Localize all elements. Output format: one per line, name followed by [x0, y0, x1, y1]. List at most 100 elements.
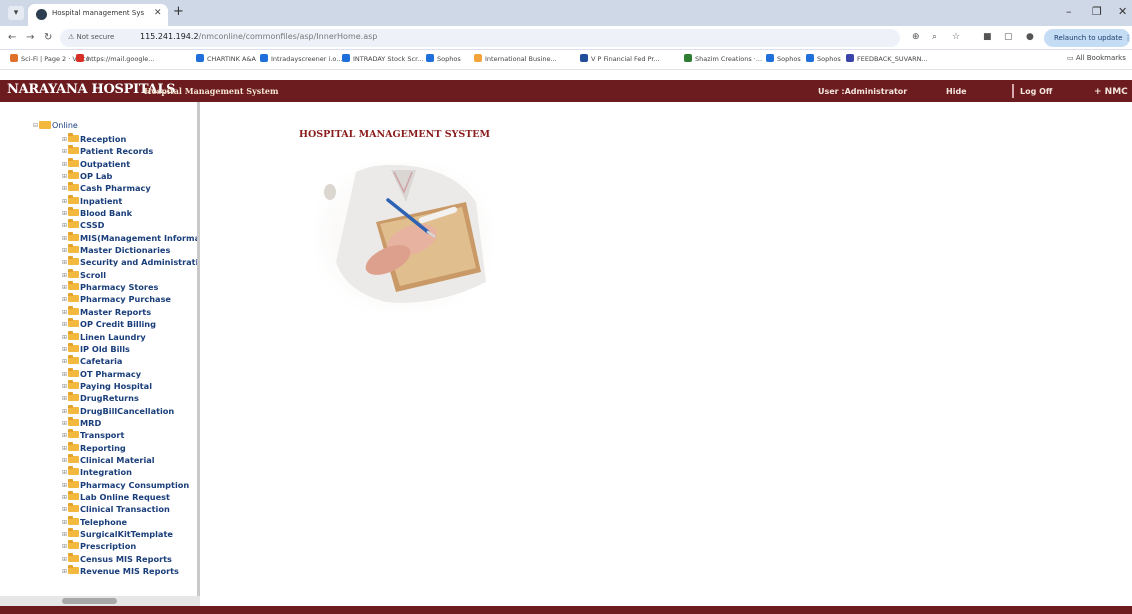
menu-item[interactable]: ⊞ SurgicalKitTemplate [62, 528, 200, 540]
all-bookmarks-button[interactable]: ▭ All Bookmarks [1067, 54, 1126, 62]
reload-icon[interactable]: ↻ [44, 32, 52, 43]
menu-item[interactable]: ⊞ Pharmacy Purchase [62, 293, 200, 305]
bookmark-item[interactable]: International Busine... [474, 54, 557, 63]
folder-icon [68, 515, 79, 525]
tree-root-label: Online [52, 121, 78, 130]
bookmark-label: INTRADAY Stock Scr... [353, 55, 424, 63]
menu-item[interactable]: ⊞ Linen Laundry [62, 330, 200, 343]
close-window-icon[interactable]: ✕ [1118, 5, 1127, 18]
address-bar[interactable]: ⚠ Not secure 115.241.194.2/nmconline/com… [60, 29, 900, 47]
bookmark-item[interactable]: Sophos [806, 54, 841, 63]
relaunch-button[interactable]: Relaunch to update ⋮ [1044, 29, 1132, 47]
bookmark-item[interactable]: INTRADAY Stock Scr... [342, 54, 423, 63]
menu-item[interactable]: ⊞ Reception [62, 133, 200, 145]
menu-item[interactable]: ⊞ Pharmacy Stores [62, 281, 200, 293]
bookmark-item[interactable]: CHARTINK A&A [196, 54, 256, 63]
folder-icon [68, 305, 79, 315]
folder-icon [68, 429, 79, 439]
minimize-icon[interactable]: – [1066, 5, 1072, 18]
menu-item-label: Inpatient [80, 195, 123, 206]
menu-item[interactable]: ⊞ Master Dictionaries [62, 244, 200, 256]
menu-item[interactable]: ⊞ Transport [62, 429, 200, 441]
url-host: 115.241.194.2 [140, 32, 199, 41]
menu-item[interactable]: ⊞ Cafetaria [62, 355, 200, 367]
sidebar-horizontal-scrollbar[interactable] [0, 596, 200, 606]
zoom-icon[interactable]: ⌕ [932, 32, 937, 42]
bookmark-label: International Busine... [485, 55, 557, 63]
menu-item[interactable]: ⊞ Scroll [62, 268, 200, 281]
translate-icon[interactable]: ⊕ [912, 32, 920, 42]
menu-item[interactable]: ⊞ Cash Pharmacy [62, 182, 200, 194]
menu-item[interactable]: ⊞ Reporting [62, 441, 200, 454]
browser-tab-bar: ▾ Hospital management System ✕ + – ❐ ✕ [0, 0, 1132, 26]
logoff-link[interactable]: Log Off [1020, 87, 1052, 96]
menu-item[interactable]: ⊞ MRD [62, 416, 200, 429]
folder-icon [68, 219, 79, 229]
menu-item[interactable]: ⊞ Paying Hospital [62, 379, 200, 392]
menu-item[interactable]: ⊞ Clinical Transaction [62, 503, 200, 515]
hide-link[interactable]: Hide [946, 87, 967, 96]
menu-item-label: Clinical Transaction [80, 504, 170, 515]
site-favicon-icon [36, 9, 47, 20]
bookmark-item[interactable]: https://mail.google... [76, 54, 155, 63]
menu-item[interactable]: ⊞ DrugBillCancellation [62, 404, 200, 417]
menu-item[interactable]: ⊞ Patient Records [62, 145, 200, 157]
bookmark-item[interactable]: Sophos [426, 54, 461, 63]
back-arrow-icon[interactable]: ← [8, 32, 16, 43]
menu-item[interactable]: ⊞ DrugReturns [62, 392, 200, 404]
folder-icon [68, 318, 79, 328]
menu-item[interactable]: ⊞ Census MIS Reports [62, 552, 200, 565]
folder-icon [68, 478, 79, 488]
menu-item[interactable]: ⊞ Blood Bank [62, 207, 200, 219]
bookmark-item[interactable]: V P Financial Fed Pr... [580, 54, 660, 63]
bookmark-label: https://mail.google... [87, 55, 155, 63]
menu-item-label: Pharmacy Purchase [80, 294, 171, 305]
menu-item[interactable]: ⊞ Prescription [62, 540, 200, 552]
menu-item[interactable]: ⊞ MIS(Management Informa [62, 231, 200, 244]
bookmark-item[interactable]: Shazim Creations ·... [684, 54, 762, 63]
bookmark-label: Sophos [817, 55, 841, 63]
menu-item[interactable]: ⊞ Pharmacy Consumption [62, 478, 200, 491]
menu-item[interactable]: ⊞ OT Pharmacy [62, 367, 200, 380]
menu-item-label: Prescription [80, 541, 137, 552]
page-title: HOSPITAL MANAGEMENT SYSTEM [299, 129, 491, 140]
menu-item[interactable]: ⊞ Integration [62, 466, 200, 478]
menu-item[interactable]: ⊞ Master Reports [62, 305, 200, 318]
tree-root-online[interactable]: ⊟ Online [33, 121, 78, 130]
profile-icon[interactable]: ● [1026, 32, 1034, 42]
menu-item[interactable]: ⊞ CSSD [62, 219, 200, 231]
bookmark-item[interactable]: FEEDBACK_SUVARN... [846, 54, 928, 63]
menu-item[interactable]: ⊞ Outpatient [62, 157, 200, 170]
bookmark-favicon-icon [196, 54, 204, 62]
menu-item[interactable]: ⊞ OP Credit Billing [62, 318, 200, 330]
restore-icon[interactable]: ❐ [1092, 5, 1102, 18]
menu-item[interactable]: ⊞ Telephone [62, 515, 200, 528]
bookmark-item[interactable]: Sophos [766, 54, 801, 63]
menu-item[interactable]: ⊞ Clinical Material [62, 453, 200, 466]
close-tab-icon[interactable]: ✕ [154, 8, 162, 18]
menu-item[interactable]: ⊞ Inpatient [62, 194, 200, 207]
bookmark-label: Sophos [777, 55, 801, 63]
browser-tab[interactable]: Hospital management System ✕ [28, 4, 168, 26]
not-secure-indicator[interactable]: ⚠ Not secure [68, 33, 114, 41]
tab-search-chevron-icon[interactable]: ▾ [8, 6, 24, 20]
folder-icon [68, 453, 79, 463]
menu-item[interactable]: ⊞ Revenue MIS Reports [62, 565, 200, 577]
sidebar-vertical-scrollbar[interactable] [197, 102, 200, 596]
bookmark-item[interactable]: Intradayscreener i.o... [260, 54, 342, 63]
menu-item[interactable]: ⊞ Security and Administratic [62, 256, 200, 268]
new-tab-plus-icon[interactable]: + [173, 5, 184, 19]
side-panel-icon[interactable]: ▢ [1004, 32, 1013, 42]
scrollbar-thumb[interactable] [62, 598, 117, 604]
menu-item[interactable]: ⊞ Lab Online Request [62, 490, 200, 503]
extension-icon[interactable]: ■ [983, 32, 992, 42]
bookmark-star-icon[interactable]: ☆ [952, 32, 960, 42]
forward-arrow-icon[interactable]: → [26, 32, 34, 43]
folder-icon [68, 355, 79, 365]
menu-item[interactable]: ⊞ OP Lab [62, 170, 200, 182]
nmc-link[interactable]: + NMC [1094, 87, 1128, 97]
folder-icon [68, 182, 79, 192]
menu-item-label: Clinical Material [80, 454, 155, 465]
url-text[interactable]: 115.241.194.2/nmconline/commonfiles/asp/… [140, 32, 377, 41]
menu-item[interactable]: ⊞ IP Old Bills [62, 342, 200, 355]
